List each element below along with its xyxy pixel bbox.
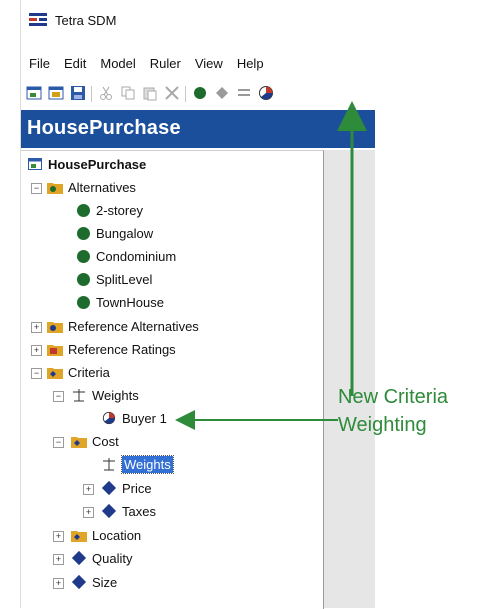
annotation-line-2: Weighting <box>338 414 427 436</box>
annotation-arrows <box>175 101 367 430</box>
annotation-line-1: New Criteria <box>338 386 449 408</box>
